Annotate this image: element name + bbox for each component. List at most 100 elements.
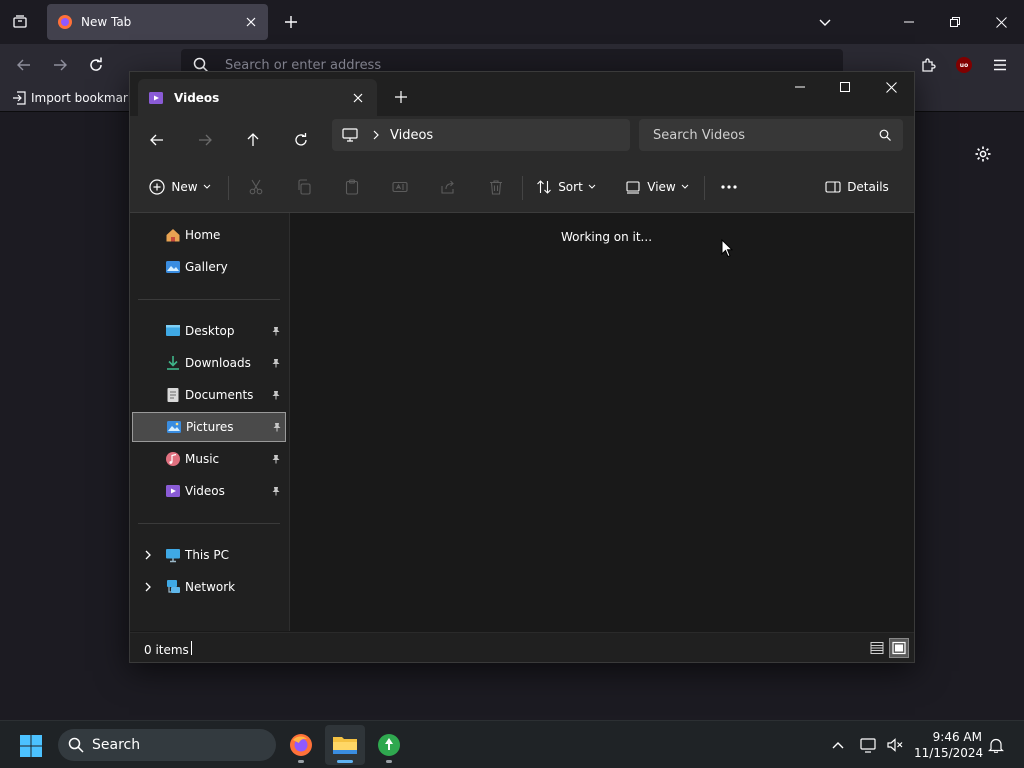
pin-icon[interactable] xyxy=(270,389,282,401)
status-divider xyxy=(191,641,192,655)
nav-item-videos[interactable]: Videos xyxy=(132,476,286,506)
explorer-forward-button[interactable] xyxy=(190,125,220,155)
close-tab-icon[interactable] xyxy=(347,87,369,109)
taskbar-app-file-explorer[interactable] xyxy=(325,725,365,765)
app-menu-button[interactable] xyxy=(986,51,1014,79)
taskbar-app-recycle[interactable] xyxy=(369,725,409,765)
explorer-search-box[interactable] xyxy=(639,119,903,151)
nav-item-network[interactable]: Network xyxy=(132,572,286,602)
nav-item-home[interactable]: Home xyxy=(132,220,286,250)
network-status-icon xyxy=(860,737,878,753)
this-pc-icon xyxy=(164,546,182,564)
nav-item-desktop[interactable]: Desktop xyxy=(132,316,286,346)
list-all-tabs-button[interactable] xyxy=(6,8,34,36)
close-tab-icon[interactable] xyxy=(242,13,260,31)
bell-icon xyxy=(988,737,1004,753)
import-bookmarks-label: Import bookmarks xyxy=(31,91,142,105)
nav-label: Downloads xyxy=(185,356,251,370)
start-button[interactable] xyxy=(18,733,44,759)
paste-icon xyxy=(344,179,360,195)
minimize-icon xyxy=(904,17,914,27)
breadcrumb-videos[interactable]: Videos xyxy=(390,128,433,143)
share-button[interactable] xyxy=(434,172,462,202)
more-options-button[interactable] xyxy=(714,172,744,202)
browser-tab-new-tab[interactable]: New Tab xyxy=(47,4,268,40)
nav-item-downloads[interactable]: Downloads xyxy=(132,348,286,378)
taskbar-clock[interactable]: 9:46 AM 11/15/2024 xyxy=(914,729,983,761)
browser-restore-button[interactable] xyxy=(932,0,978,44)
plus-icon xyxy=(395,91,407,103)
new-button[interactable]: New xyxy=(144,172,216,202)
ublock-origin-button[interactable]: uo xyxy=(950,51,978,79)
gallery-icon xyxy=(164,258,182,276)
explorer-minimize-button[interactable] xyxy=(777,72,823,102)
sort-button[interactable]: Sort xyxy=(534,172,598,202)
reload-button[interactable] xyxy=(82,51,110,79)
nav-label: Music xyxy=(185,452,220,466)
copy-button[interactable] xyxy=(290,172,318,202)
notifications-button[interactable] xyxy=(984,733,1008,757)
nav-item-this-pc[interactable]: This PC xyxy=(132,540,286,570)
explorer-refresh-button[interactable] xyxy=(286,125,316,155)
pin-icon[interactable] xyxy=(270,453,282,465)
tab-overflow-button[interactable] xyxy=(812,9,838,35)
explorer-close-button[interactable] xyxy=(868,72,914,102)
import-bookmarks-button[interactable]: Import bookmarks xyxy=(12,91,141,105)
details-view-toggle[interactable] xyxy=(867,638,887,658)
file-list-area[interactable]: Working on it... xyxy=(290,213,914,631)
nav-item-music[interactable]: Music xyxy=(132,444,286,474)
pin-icon[interactable] xyxy=(270,325,282,337)
nav-item-gallery[interactable]: Gallery xyxy=(132,252,286,282)
explorer-maximize-button[interactable] xyxy=(822,72,868,102)
taskbar-search[interactable]: Search xyxy=(58,729,276,761)
plus-icon xyxy=(284,15,298,29)
nav-item-pictures[interactable]: Pictures xyxy=(132,412,286,442)
sort-label: Sort xyxy=(558,180,583,194)
nav-label: Gallery xyxy=(185,260,228,274)
explorer-new-tab-button[interactable] xyxy=(388,84,414,110)
nav-label: Pictures xyxy=(186,420,234,434)
chevron-down-icon xyxy=(588,184,596,190)
explorer-search-input[interactable] xyxy=(653,127,879,143)
nav-item-documents[interactable]: Documents xyxy=(132,380,286,410)
back-button[interactable] xyxy=(10,51,38,79)
browser-close-button[interactable] xyxy=(978,0,1024,44)
forward-button[interactable] xyxy=(46,51,74,79)
pin-icon[interactable] xyxy=(270,485,282,497)
view-button[interactable]: View xyxy=(624,172,690,202)
explorer-up-button[interactable] xyxy=(238,125,268,155)
new-tab-settings-button[interactable] xyxy=(972,143,994,165)
pin-icon[interactable] xyxy=(270,357,282,369)
large-icons-view-toggle[interactable] xyxy=(889,638,909,658)
extensions-button[interactable] xyxy=(914,51,942,79)
volume-tray-button[interactable] xyxy=(883,733,907,757)
windows-logo-icon xyxy=(19,734,43,758)
pin-icon[interactable] xyxy=(271,421,283,433)
chevron-right-icon[interactable] xyxy=(142,581,154,593)
item-count: 0 items xyxy=(144,643,189,657)
browser-minimize-button[interactable] xyxy=(886,0,932,44)
chevron-right-icon[interactable] xyxy=(142,549,154,561)
show-hidden-icons-button[interactable] xyxy=(826,733,850,757)
new-tab-button[interactable] xyxy=(278,9,304,35)
refresh-icon xyxy=(294,133,308,147)
rename-button[interactable] xyxy=(386,172,414,202)
cut-button[interactable] xyxy=(242,172,270,202)
network-tray-button[interactable] xyxy=(857,733,881,757)
taskbar-search-label: Search xyxy=(92,737,141,753)
breadcrumb[interactable]: Videos xyxy=(332,119,630,151)
nav-divider xyxy=(138,299,280,300)
explorer-back-button[interactable] xyxy=(142,125,172,155)
details-pane-button[interactable]: Details xyxy=(824,172,890,202)
delete-button[interactable] xyxy=(482,172,510,202)
taskbar-app-firefox[interactable] xyxy=(281,725,321,765)
this-pc-breadcrumb-icon[interactable] xyxy=(342,127,358,143)
gear-icon xyxy=(974,145,992,163)
desktop-icon xyxy=(164,322,182,340)
videos-folder-icon xyxy=(148,90,164,106)
toolbar-divider xyxy=(228,176,229,200)
home-icon xyxy=(164,226,182,244)
paste-button[interactable] xyxy=(338,172,366,202)
chevron-down-icon xyxy=(681,184,689,190)
explorer-tab-videos[interactable]: Videos xyxy=(138,79,377,116)
